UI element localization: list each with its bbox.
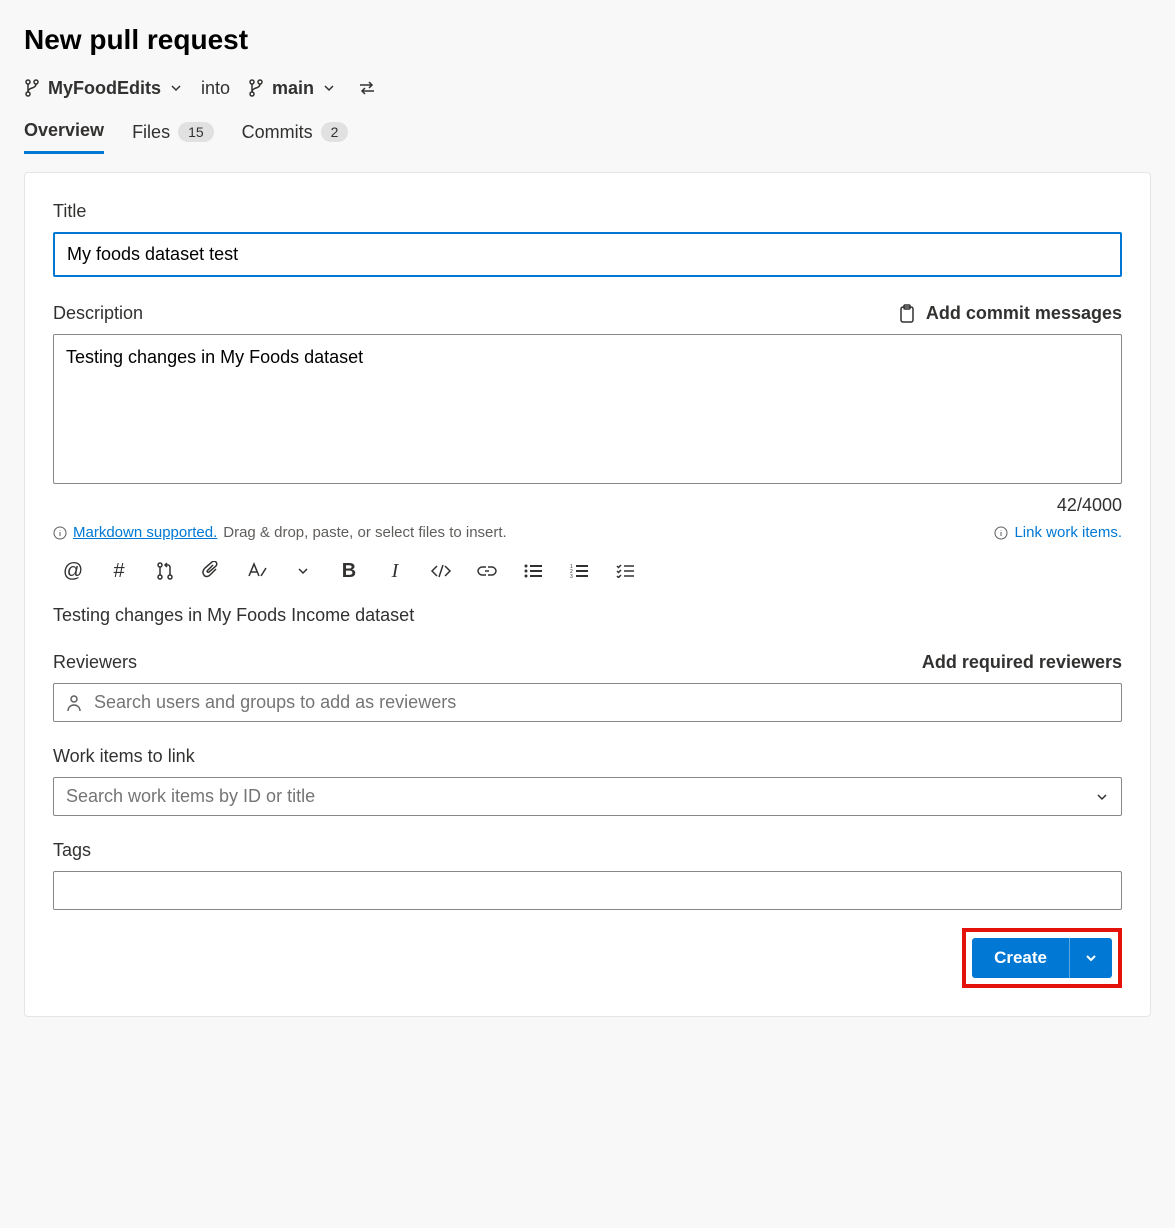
checklist-button[interactable] [613,559,637,583]
tab-label: Files [132,122,170,143]
add-commit-messages-label: Add commit messages [926,303,1122,324]
attach-button[interactable] [199,559,223,583]
source-branch-selector[interactable]: MyFoodEdits [24,78,183,99]
more-style-button[interactable] [291,559,315,583]
link-button[interactable] [475,559,499,583]
create-button-label: Create [994,948,1047,968]
hash-icon: # [113,560,124,583]
hashtag-button[interactable]: # [107,559,131,583]
branch-selector-bar: MyFoodEdits into main [24,76,1151,100]
branch-icon [24,79,40,97]
link-work-items-link[interactable]: Link work items. [1014,524,1122,541]
code-button[interactable] [429,559,453,583]
title-input[interactable] [53,232,1122,277]
markdown-supported-link[interactable]: Markdown supported. [73,524,217,541]
bullet-list-icon [524,564,542,578]
files-count-badge: 15 [178,122,214,142]
create-split-button: Create [972,938,1112,978]
info-icon [53,526,67,540]
bullet-list-button[interactable] [521,559,545,583]
tab-overview[interactable]: Overview [24,120,104,154]
chevron-down-icon [1095,790,1109,804]
add-commit-messages-button[interactable]: Add commit messages [898,303,1122,324]
pr-icon [155,561,175,581]
link-icon [477,565,497,577]
text-style-button[interactable] [245,559,269,583]
italic-icon: I [392,560,399,583]
tab-label: Overview [24,120,104,141]
tab-files[interactable]: Files 15 [132,120,214,154]
add-required-reviewers-label: Add required reviewers [922,652,1122,673]
code-icon [430,563,452,579]
tab-label: Commits [242,122,313,143]
into-label: into [201,78,230,99]
mention-button[interactable]: @ [61,559,85,583]
svg-text:3: 3 [570,574,573,578]
title-label: Title [53,201,1122,222]
pr-link-button[interactable] [153,559,177,583]
tags-label: Tags [53,840,1122,861]
italic-button[interactable]: I [383,559,407,583]
text-style-icon [246,562,268,580]
source-branch-name: MyFoodEdits [48,78,161,99]
reviewers-input-row[interactable] [53,683,1122,722]
checklist-icon [616,564,634,578]
tags-input-row[interactable] [53,871,1122,910]
description-textarea[interactable] [53,334,1122,484]
clipboard-icon [898,304,916,324]
chevron-down-icon [1084,951,1098,965]
numbered-list-icon: 123 [570,564,588,578]
paperclip-icon [202,561,220,581]
description-label: Description [53,303,143,324]
editor-toolbar: @ # B I [53,553,1122,589]
markdown-hint: Drag & drop, paste, or select files to i… [223,524,506,541]
person-icon [66,694,82,712]
work-items-input[interactable] [66,786,1109,807]
commits-count-badge: 2 [321,122,349,142]
info-icon [994,526,1008,540]
reviewers-input[interactable] [94,692,1109,713]
tab-commits[interactable]: Commits 2 [242,120,349,154]
tabs: Overview Files 15 Commits 2 [24,120,1151,154]
page-title: New pull request [24,24,1151,56]
swap-branches-button[interactable] [354,76,380,100]
chevron-down-icon [322,81,336,95]
at-icon: @ [63,560,83,583]
bold-button[interactable]: B [337,559,361,583]
branch-icon [248,79,264,97]
work-items-input-row[interactable] [53,777,1122,816]
target-branch-name: main [272,78,314,99]
overview-card: Title Description Add commit messages 42… [24,172,1151,1017]
bold-icon: B [342,560,356,583]
chevron-down-icon [296,564,310,578]
chevron-down-icon [169,81,183,95]
create-dropdown-button[interactable] [1069,938,1112,978]
create-button[interactable]: Create [972,938,1069,978]
description-preview: Testing changes in My Foods Income datas… [53,605,1122,626]
work-items-label: Work items to link [53,746,1122,767]
reviewers-label: Reviewers [53,652,137,673]
add-required-reviewers-button[interactable]: Add required reviewers [922,652,1122,673]
swap-icon [358,80,376,96]
tags-input[interactable] [66,880,1109,901]
numbered-list-button[interactable]: 123 [567,559,591,583]
create-button-highlight: Create [962,928,1122,988]
target-branch-selector[interactable]: main [248,78,336,99]
char-count: 42/4000 [53,495,1122,516]
